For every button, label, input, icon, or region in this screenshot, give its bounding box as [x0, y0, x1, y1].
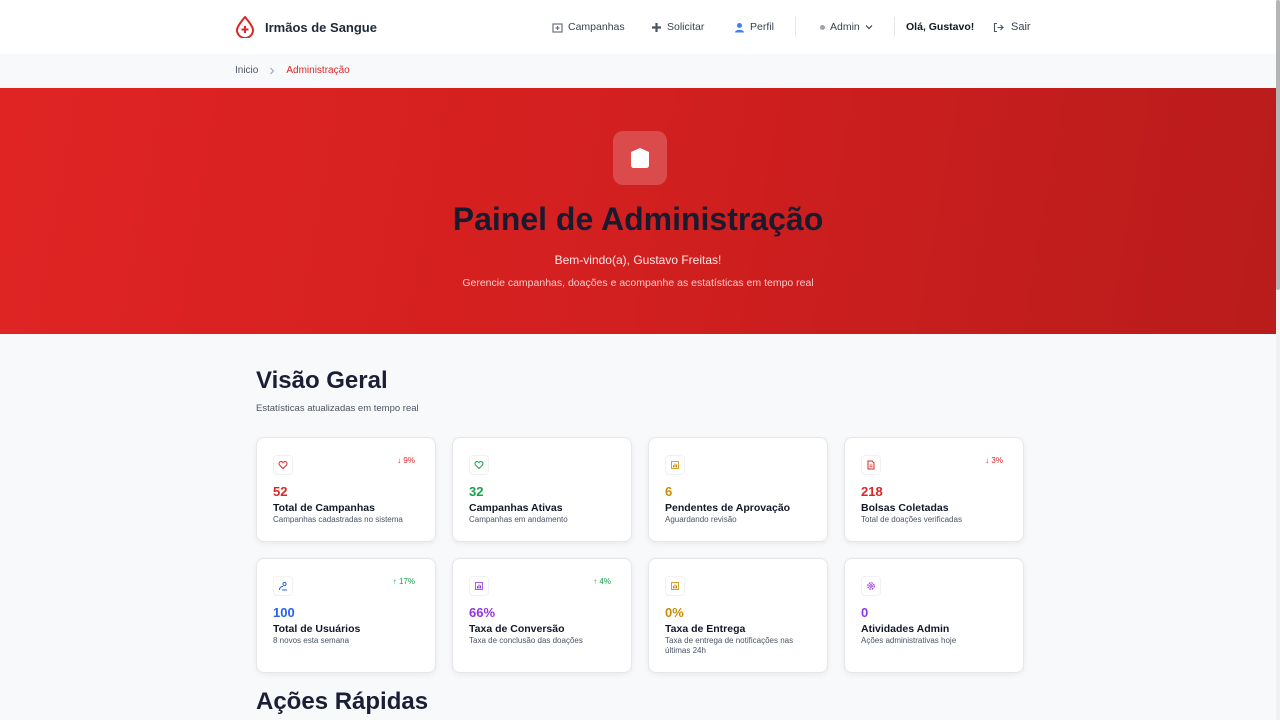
plus-icon	[652, 22, 661, 32]
stat-description: Taxa de entrega de notificações nas últi…	[665, 636, 794, 656]
bar-chart-icon	[670, 460, 680, 470]
stat-card[interactable]: 0 Atividades Admin Ações administrativas…	[844, 558, 1024, 673]
heart-icon	[278, 460, 288, 470]
stat-icon-box	[469, 455, 489, 475]
stat-icon-box	[861, 455, 881, 475]
nav-divider	[795, 17, 796, 37]
stat-card[interactable]: ↑ 4% 66% Taxa de Conversão Taxa de concl…	[452, 558, 632, 673]
stat-description: Aguardando revisão	[665, 515, 737, 524]
brand[interactable]: Irmãos de Sangue	[235, 16, 377, 38]
shield-icon	[631, 148, 649, 168]
logout-icon	[993, 22, 1004, 32]
overview-title: Visão Geral	[256, 367, 388, 394]
nav-divider	[894, 17, 895, 37]
stat-description: Campanhas em andamento	[469, 515, 568, 524]
stat-card[interactable]: 32 Campanhas Ativas Campanhas em andamen…	[452, 437, 632, 542]
stat-card[interactable]: ↓ 9% 52 Total de Campanhas Campanhas cad…	[256, 437, 436, 542]
stat-trend: ↓ 3%	[985, 456, 1003, 465]
nav-solicitar-label: Solicitar	[667, 21, 705, 33]
logout-button[interactable]: Sair	[993, 21, 1031, 33]
breadcrumb-home[interactable]: Inicio	[235, 65, 258, 76]
bar-chart-icon	[670, 581, 680, 591]
stat-value: 218	[861, 484, 883, 499]
stat-description: Taxa de conclusão das doações	[469, 636, 583, 645]
user-icon	[735, 22, 744, 32]
scrollbar-thumb[interactable]	[1276, 0, 1280, 290]
stat-card[interactable]: ↑ 17% 100 Total de Usuários 8 novos esta…	[256, 558, 436, 673]
brand-name: Irmãos de Sangue	[265, 19, 377, 35]
heart-icon	[474, 460, 484, 470]
stat-icon-box	[665, 455, 685, 475]
stat-value: 52	[273, 484, 288, 499]
hero-subtitle: Gerencie campanhas, doações e acompanhe …	[462, 277, 814, 289]
stat-trend: ↑ 17%	[392, 577, 415, 586]
quick-actions-title: Ações Rápidas	[256, 688, 429, 715]
stat-icon-box	[273, 576, 293, 596]
nav-admin-label: Admin	[830, 21, 860, 33]
stat-value: 6	[665, 484, 673, 499]
stat-label: Atividades Admin	[861, 623, 950, 635]
stat-label: Taxa de Entrega	[665, 623, 746, 635]
stat-description: Total de doações verificadas	[861, 515, 962, 524]
stat-label: Taxa de Conversão	[469, 623, 565, 635]
chevron-right-icon	[270, 67, 275, 74]
top-navbar: Irmãos de Sangue Campanhas Solicitar Per…	[0, 0, 1276, 54]
scrollbar[interactable]	[1276, 0, 1280, 720]
breadcrumb-current: Administração	[286, 65, 350, 76]
status-dot-icon	[820, 24, 825, 30]
hospital-icon	[552, 22, 563, 33]
nav-perfil[interactable]: Perfil	[734, 21, 774, 33]
nav-perfil-label: Perfil	[750, 21, 774, 33]
stat-value: 32	[469, 484, 484, 499]
overview-subtitle: Estatísticas atualizadas em tempo real	[256, 403, 419, 414]
breadcrumb: Inicio Administração	[235, 65, 350, 76]
stat-icon-box	[861, 576, 881, 596]
stat-icon-box	[665, 576, 685, 596]
stat-label: Pendentes de Aprovação	[665, 502, 791, 514]
stat-icon-box	[469, 576, 489, 596]
stat-description: 8 novos esta semana	[273, 636, 350, 645]
chevron-down-icon	[865, 25, 873, 30]
stat-description: Campanhas cadastradas no sistema	[273, 515, 403, 524]
nav-campanhas[interactable]: Campanhas	[552, 21, 625, 33]
hero-banner: Painel de Administração Bem-vindo(a), Gu…	[0, 88, 1276, 334]
stat-label: Bolsas Coletadas	[861, 502, 949, 514]
stat-trend: ↑ 4%	[593, 577, 611, 586]
blood-drop-icon	[235, 16, 255, 38]
gear-icon	[866, 581, 876, 591]
stat-value: 0%	[665, 605, 684, 620]
nav-solicitar[interactable]: Solicitar	[651, 21, 704, 33]
stat-label: Campanhas Ativas	[469, 502, 563, 514]
page-title: Painel de Administração	[452, 201, 824, 237]
stat-trend: ↓ 9%	[397, 456, 415, 465]
logout-label: Sair	[1011, 21, 1031, 33]
stat-description: Ações administrativas hoje	[861, 636, 957, 645]
nav-admin-dropdown[interactable]: Admin	[820, 21, 873, 33]
stat-card[interactable]: 6 Pendentes de Aprovação Aguardando revi…	[648, 437, 828, 542]
bar-chart-icon	[474, 581, 484, 591]
users-icon	[278, 581, 288, 591]
stat-icon-box	[273, 455, 293, 475]
stat-card[interactable]: ↓ 3% 218 Bolsas Coletadas Total de doaçõ…	[844, 437, 1024, 542]
nav-campanhas-label: Campanhas	[568, 21, 625, 33]
stat-card[interactable]: 0% Taxa de Entrega Taxa de entrega de no…	[648, 558, 828, 673]
stat-label: Total de Campanhas	[273, 502, 375, 514]
user-greeting: Olá, Gustavo!	[906, 21, 975, 33]
hero-welcome: Bem-vindo(a), Gustavo Freitas!	[554, 253, 722, 267]
stat-value: 0	[861, 605, 869, 620]
hero-icon-box	[613, 131, 667, 185]
stat-label: Total de Usuários	[273, 623, 361, 635]
document-icon	[866, 460, 876, 470]
stat-value: 100	[273, 605, 295, 620]
stat-value: 66%	[469, 605, 496, 620]
